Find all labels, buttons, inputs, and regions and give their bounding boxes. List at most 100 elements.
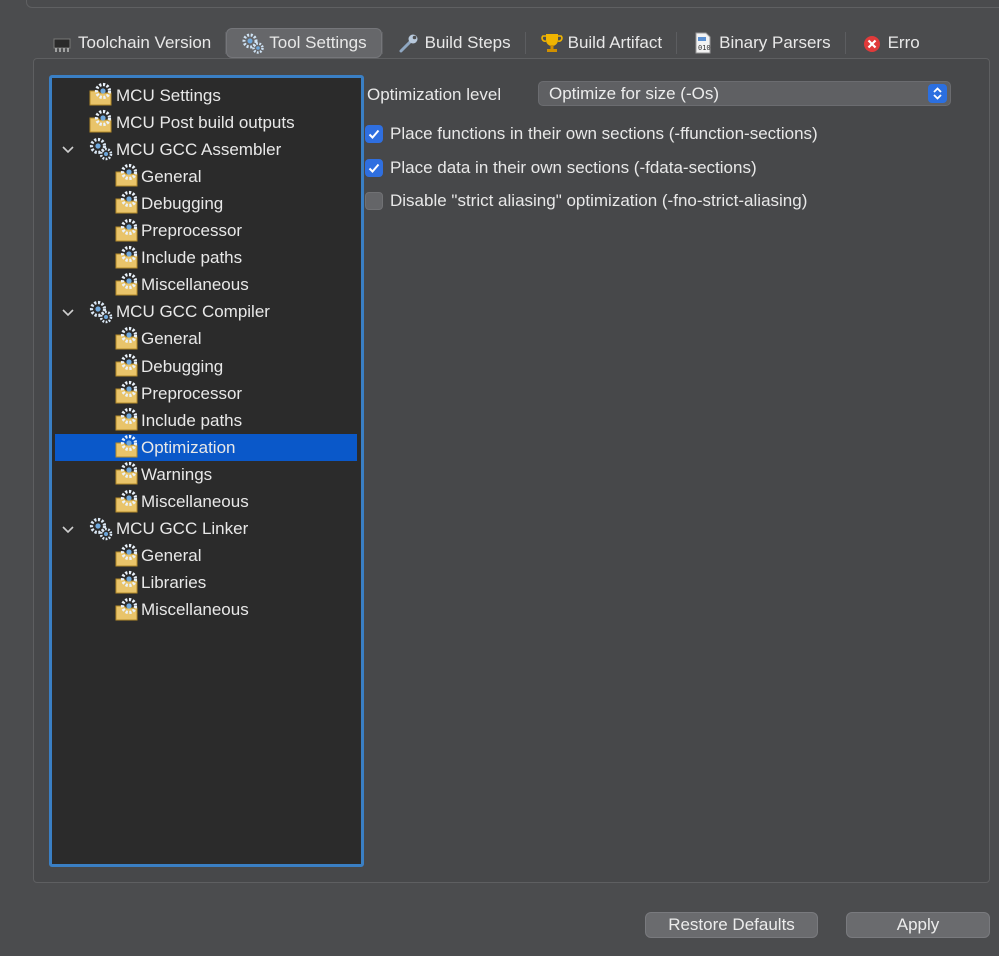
checkmark-icon xyxy=(365,125,383,143)
tree-item-label: Preprocessor xyxy=(141,383,243,403)
folder-gear-icon xyxy=(114,543,140,569)
tree-item-label: Preprocessor xyxy=(141,221,243,240)
checkmark-icon xyxy=(365,159,383,177)
tree-item-label: MCU GCC Compiler xyxy=(116,302,270,322)
tree-item[interactable]: MCU Post build outputs xyxy=(55,109,357,136)
binary-file-icon: 010 xyxy=(695,32,711,54)
tree-item[interactable]: Preprocessor xyxy=(55,218,357,245)
tree-item-label: MCU GCC Assembler xyxy=(116,139,282,159)
svg-text:010: 010 xyxy=(698,44,711,52)
tree-item-label: Optimization xyxy=(141,437,236,457)
tab-label: Toolchain Version xyxy=(78,33,212,52)
trophy-icon xyxy=(540,34,563,52)
tree-item[interactable]: Miscellaneous xyxy=(55,597,357,624)
gear-cluster-icon xyxy=(242,33,265,54)
tab-label: Binary Parsers xyxy=(719,33,831,52)
tree-item-label: Include paths xyxy=(141,410,243,430)
tree-item[interactable]: MCU Settings xyxy=(55,82,357,109)
chevron-down-icon[interactable] xyxy=(60,304,76,320)
restore-defaults-button[interactable]: Restore Defaults xyxy=(645,912,818,938)
tree-item[interactable]: Preprocessor xyxy=(55,380,357,407)
chip-icon xyxy=(53,38,71,52)
settings-tree[interactable]: MCU Settings MCU Post build outputs MCU GC… xyxy=(49,75,364,867)
tree-item-label: Include paths xyxy=(141,248,243,268)
tree-item[interactable]: Debugging xyxy=(55,353,357,380)
folder-gear-icon xyxy=(114,326,140,352)
tab-tool-settings[interactable]: Tool Settings xyxy=(226,28,382,58)
apply-button[interactable]: Apply xyxy=(846,912,990,938)
ffunction-sections-checkbox[interactable]: Place functions in their own sections (-… xyxy=(365,122,818,146)
chevron-down-icon[interactable] xyxy=(60,521,76,537)
wrench-icon xyxy=(399,34,418,53)
gear-cluster-icon xyxy=(88,516,114,542)
tree-item[interactable]: Miscellaneous xyxy=(55,272,357,299)
tree-item[interactable]: Debugging xyxy=(55,190,357,217)
folder-gear-icon xyxy=(114,570,140,596)
tab-build-steps[interactable]: Build Steps xyxy=(383,29,525,57)
tree-item-label: General xyxy=(141,329,202,349)
tree-item-label: General xyxy=(141,546,202,566)
tree-item[interactable]: General xyxy=(55,543,357,570)
folder-gear-icon xyxy=(114,597,140,623)
tree-item-label: Miscellaneous xyxy=(141,492,249,511)
tab-label: Build Steps xyxy=(424,33,511,52)
folder-gear-icon xyxy=(114,272,140,298)
tree-item[interactable]: MCU GCC Linker xyxy=(55,516,357,543)
folder-gear-icon xyxy=(114,489,140,515)
unchecked-box-icon xyxy=(365,192,383,210)
top-panel-edge xyxy=(26,0,999,8)
gear-cluster-icon xyxy=(88,299,114,325)
folder-gear-icon xyxy=(114,353,140,379)
tree-item[interactable]: Include paths xyxy=(55,245,357,272)
tree-item-label: Debugging xyxy=(141,193,224,213)
select-stepper-icon xyxy=(928,84,947,103)
tree-item[interactable]: MCU GCC Compiler xyxy=(55,299,357,326)
folder-gear-icon xyxy=(114,163,140,189)
checkbox-label: Disable "strict aliasing" optimization (… xyxy=(390,191,808,210)
tree-item-label: Warnings xyxy=(141,464,213,484)
tree-item[interactable]: Libraries xyxy=(55,570,357,597)
tree-item-label: MCU Settings xyxy=(116,85,221,105)
gear-cluster-icon xyxy=(88,136,114,162)
folder-gear-icon xyxy=(114,434,140,460)
fdata-sections-checkbox[interactable]: Place data in their own sections (-fdata… xyxy=(365,156,757,180)
error-icon xyxy=(863,36,880,52)
fno-strict-aliasing-checkbox[interactable]: Disable "strict aliasing" optimization (… xyxy=(365,189,807,213)
tree-item-label: MCU GCC Linker xyxy=(116,519,249,539)
optimization-level-select[interactable]: Optimize for size (-Os) xyxy=(538,81,951,106)
folder-gear-icon xyxy=(114,407,140,433)
tree-item[interactable]: General xyxy=(55,163,357,190)
settings-tab-bar: Toolchain Version Tool Settings Build St… xyxy=(36,28,999,58)
optimization-level-value: Optimize for size (-Os) xyxy=(549,83,720,103)
optimization-level-label: Optimization level xyxy=(367,85,502,104)
tab-binary-parsers[interactable]: 010 Binary Parsers xyxy=(677,29,844,57)
tree-item-label: Miscellaneous xyxy=(141,600,249,620)
checkbox-label: Place functions in their own sections (-… xyxy=(390,124,818,143)
tree-item-label: MCU Post build outputs xyxy=(116,112,295,132)
tab-label: Build Artifact xyxy=(567,33,663,52)
folder-gear-icon xyxy=(114,380,140,406)
tree-item[interactable]: General xyxy=(55,326,357,353)
checkbox-label: Place data in their own sections (-fdata… xyxy=(390,158,757,177)
tab-error-parsers[interactable]: Erro xyxy=(846,29,934,57)
tab-toolchain-version[interactable]: Toolchain Version xyxy=(36,29,225,57)
tree-item[interactable]: Miscellaneous xyxy=(55,489,357,516)
tree-item[interactable]: Include paths xyxy=(55,407,357,434)
folder-gear-icon xyxy=(114,461,140,487)
folder-gear-icon xyxy=(88,109,114,135)
tab-build-artifact[interactable]: Build Artifact xyxy=(526,29,677,57)
tree-item[interactable]: Warnings xyxy=(55,461,357,488)
folder-gear-icon xyxy=(114,245,140,271)
tree-item[interactable]: Optimization xyxy=(55,434,357,462)
tree-item-label: Libraries xyxy=(141,573,207,593)
folder-gear-icon xyxy=(88,82,114,108)
folder-gear-icon xyxy=(114,218,140,244)
tree-item-label: General xyxy=(141,166,202,186)
tab-label: Tool Settings xyxy=(269,33,367,52)
tree-item-label: Miscellaneous xyxy=(141,275,249,295)
chevron-down-icon[interactable] xyxy=(60,141,76,157)
tab-label: Erro xyxy=(887,33,920,52)
folder-gear-icon xyxy=(114,190,140,216)
tree-item-label: Debugging xyxy=(141,356,224,376)
tree-item[interactable]: MCU GCC Assembler xyxy=(55,136,357,163)
